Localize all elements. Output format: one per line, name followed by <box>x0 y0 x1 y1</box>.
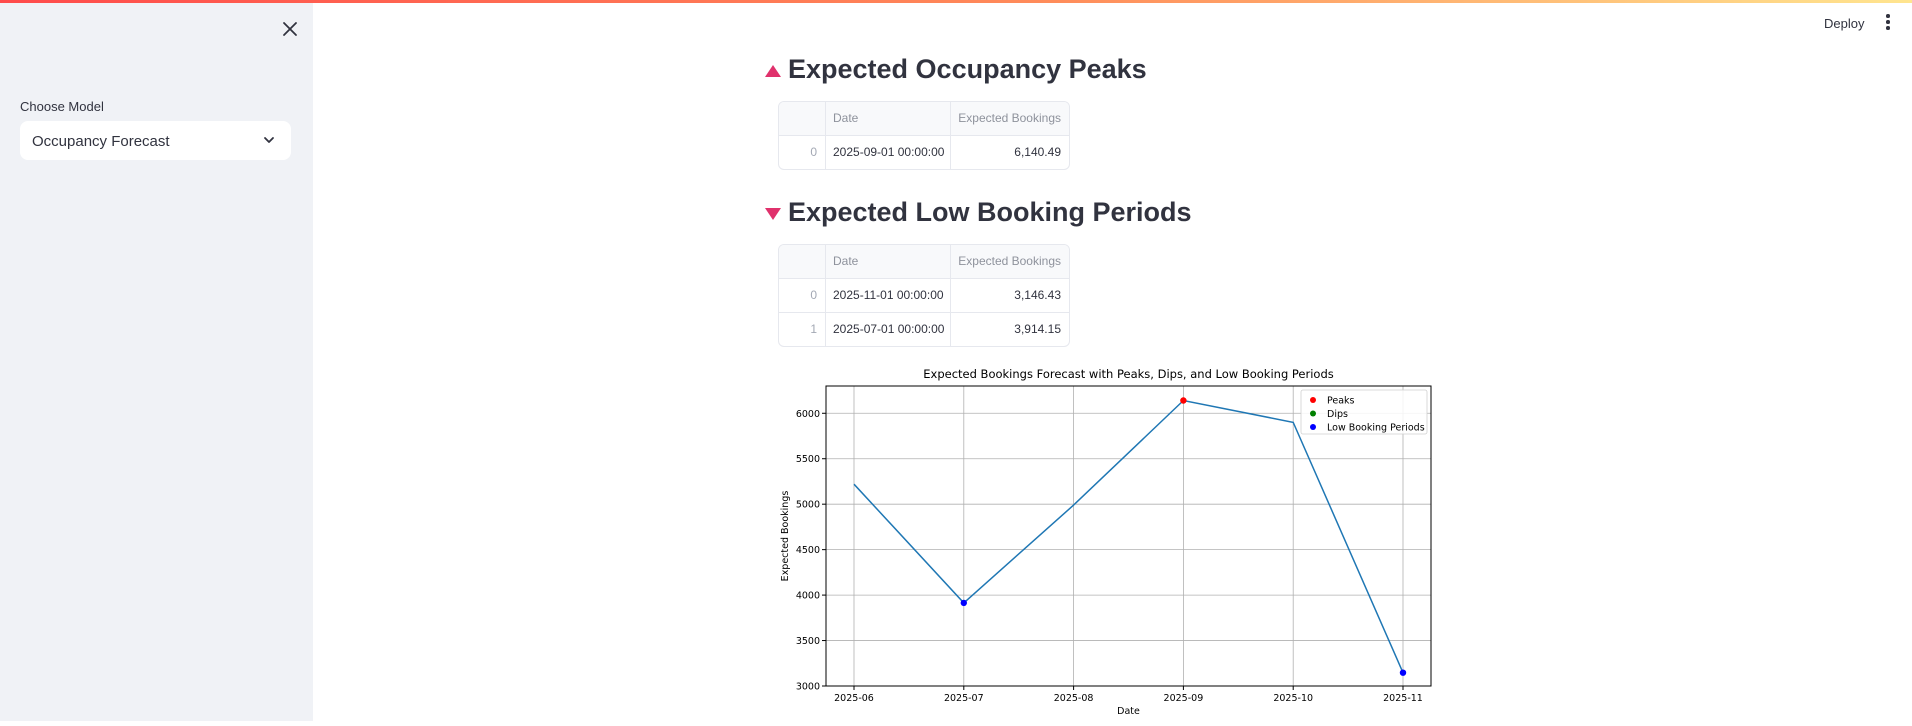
table-row[interactable]: 0 2025-11-01 00:00:00 3,146.43 <box>779 279 1069 313</box>
low-booking-point <box>960 599 967 607</box>
legend-label: Dips <box>1327 409 1348 420</box>
date-header[interactable]: Date <box>826 102 951 135</box>
date-cell[interactable]: 2025-09-01 00:00:00 <box>826 136 951 169</box>
triangle-down-icon <box>765 208 781 220</box>
y-tick-label: 5500 <box>796 454 820 465</box>
kebab-menu-icon <box>1882 14 1894 30</box>
peaks-title: Expected Occupancy Peaks <box>788 54 1147 84</box>
legend-label: Low Booking Periods <box>1327 423 1425 434</box>
main-menu-button[interactable] <box>1882 14 1894 34</box>
legend-marker <box>1310 410 1316 417</box>
sidebar: Choose Model Occupancy Forecast <box>0 3 313 721</box>
x-tick-label: 2025-09 <box>1164 693 1204 704</box>
model-select[interactable]: Occupancy Forecast <box>20 121 291 160</box>
bookings-cell[interactable]: 3,146.43 <box>951 279 1069 312</box>
legend-marker <box>1310 397 1316 403</box>
row-index: 0 <box>779 279 826 312</box>
model-select-value: Occupancy Forecast <box>32 133 170 150</box>
bookings-cell[interactable]: 3,914.15 <box>951 313 1069 346</box>
table-header-row: Date Expected Bookings <box>779 245 1069 279</box>
legend-label: Peaks <box>1327 396 1355 407</box>
chevron-down-icon <box>264 137 274 143</box>
y-tick-label: 4000 <box>796 591 820 602</box>
date-cell[interactable]: 2025-07-01 00:00:00 <box>826 313 951 346</box>
y-tick-label: 4500 <box>796 545 820 556</box>
y-axis-label: Expected Bookings <box>780 491 791 582</box>
date-cell[interactable]: 2025-11-01 00:00:00 <box>826 279 951 312</box>
index-header <box>779 245 826 278</box>
table-row[interactable]: 1 2025-07-01 00:00:00 3,914.15 <box>779 313 1069 346</box>
close-sidebar-button[interactable] <box>276 15 304 43</box>
peaks-table[interactable]: Date Expected Bookings 0 2025-09-01 00:0… <box>778 101 1070 170</box>
forecast-line <box>853 399 1404 673</box>
triangle-up-icon <box>765 65 781 77</box>
table-row[interactable]: 0 2025-09-01 00:00:00 6,140.49 <box>779 136 1069 169</box>
y-tick-label: 6000 <box>796 409 820 420</box>
date-header[interactable]: Date <box>826 245 951 278</box>
close-icon <box>283 22 297 36</box>
table-header-row: Date Expected Bookings <box>779 102 1069 136</box>
expected-bookings-header[interactable]: Expected Bookings <box>951 245 1069 278</box>
x-tick-label: 2025-10 <box>1273 693 1313 704</box>
bookings-cell[interactable]: 6,140.49 <box>951 136 1069 169</box>
forecast-chart: Expected Bookings Forecast with Peaks, D… <box>778 364 1440 721</box>
peaks-heading: Expected Occupancy Peaks <box>765 54 1147 85</box>
expected-bookings-header[interactable]: Expected Bookings <box>951 102 1069 135</box>
lows-heading: Expected Low Booking Periods <box>765 197 1192 228</box>
lows-table[interactable]: Date Expected Bookings 0 2025-11-01 00:0… <box>778 244 1070 347</box>
x-tick-label: 2025-07 <box>944 693 984 704</box>
low-booking-point <box>1399 669 1407 676</box>
forecast-chart-svg: Expected Bookings Forecast with Peaks, D… <box>780 367 1432 717</box>
y-tick-label: 3000 <box>796 682 820 693</box>
chart-title: Expected Bookings Forecast with Peaks, D… <box>923 367 1334 381</box>
index-header <box>779 102 826 135</box>
row-index: 1 <box>779 313 826 346</box>
y-tick-label: 3500 <box>796 636 820 647</box>
row-index: 0 <box>779 136 826 169</box>
x-tick-label: 2025-06 <box>834 693 874 704</box>
x-tick-label: 2025-11 <box>1383 693 1423 704</box>
x-tick-label: 2025-08 <box>1054 693 1094 704</box>
lows-title: Expected Low Booking Periods <box>788 197 1192 227</box>
choose-model-label: Choose Model <box>20 99 104 114</box>
y-tick-label: 5000 <box>796 500 820 511</box>
x-axis-label: Date <box>1117 706 1140 717</box>
legend-marker <box>1310 424 1316 430</box>
deploy-button[interactable]: Deploy <box>1824 16 1864 31</box>
peak-point <box>1180 397 1187 404</box>
